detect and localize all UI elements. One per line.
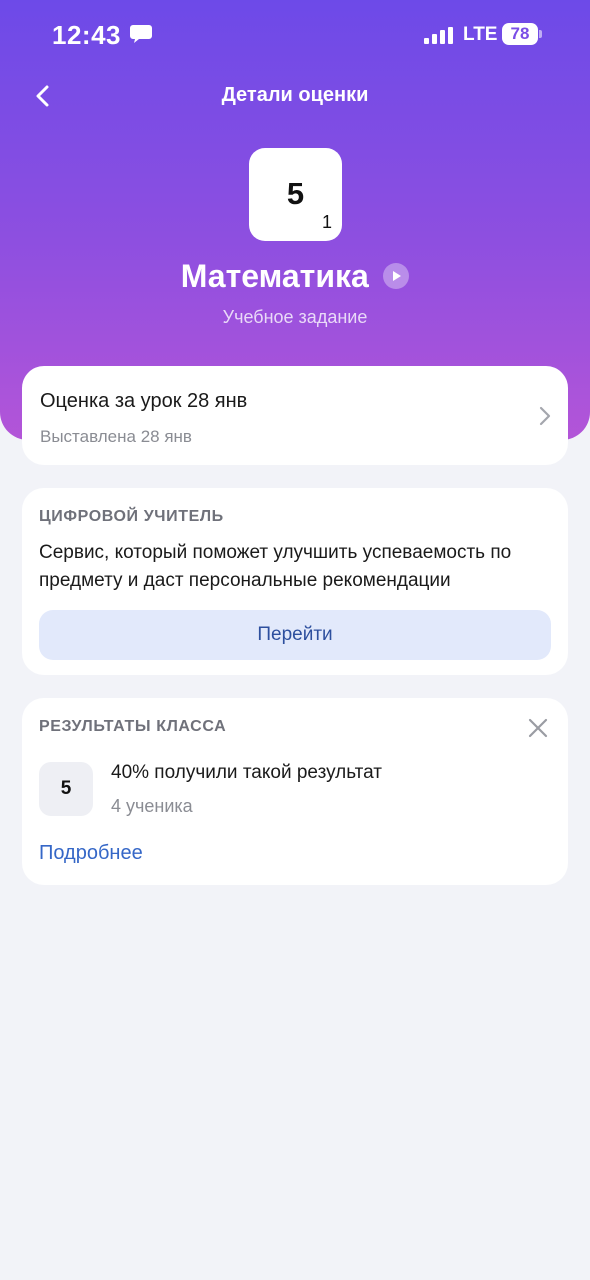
digital-teacher-card: ЦИФРОВОЙ УЧИТЕЛЬ Сервис, который поможет… — [22, 488, 568, 675]
go-button[interactable]: Перейти — [39, 610, 551, 660]
play-icon[interactable] — [383, 262, 410, 289]
subject-row: Математика — [0, 258, 590, 295]
result-summary: 40% получили такой результат — [111, 762, 383, 783]
lesson-grade-card[interactable]: Оценка за урок 28 янв Выставлена 28 янв — [22, 366, 568, 465]
signal-icon — [424, 27, 453, 44]
battery-icon: 78 — [502, 23, 538, 45]
close-icon[interactable] — [528, 718, 548, 738]
grade-details-screen: 12:43 LTE 78 Детали оценки 5 1 Математик… — [0, 0, 590, 1280]
class-results-card: РЕЗУЛЬТАТЫ КЛАССА 5 40% получили такой р… — [22, 698, 568, 885]
result-student-count: 4 ученика — [111, 796, 193, 816]
digital-teacher-description: Сервис, который поможет улучшить успевае… — [39, 542, 512, 591]
more-details-link[interactable]: Подробнее — [39, 842, 143, 865]
class-results-title: РЕЗУЛЬТАТЫ КЛАССА — [39, 718, 227, 735]
lesson-grade-title: Оценка за урок 28 янв — [40, 390, 248, 412]
subject-type: Учебное задание — [222, 307, 368, 327]
grade-tile: 5 1 — [249, 148, 342, 241]
status-time: 12:43 — [52, 20, 121, 50]
chevron-right-icon — [539, 406, 551, 426]
digital-teacher-title: ЦИФРОВОЙ УЧИТЕЛЬ — [39, 508, 224, 525]
battery-tip — [539, 30, 542, 38]
network-type: LTE — [463, 24, 498, 45]
page-title: Детали оценки — [221, 84, 369, 106]
grade-weight: 1 — [321, 212, 332, 232]
subject-title: Математика — [180, 258, 369, 294]
result-grade-badge: 5 — [39, 762, 93, 816]
status-bar: 12:43 LTE 78 — [0, 0, 590, 72]
message-icon — [130, 25, 152, 43]
lesson-grade-date: Выставлена 28 янв — [40, 427, 192, 446]
grade-value: 5 — [286, 176, 305, 211]
